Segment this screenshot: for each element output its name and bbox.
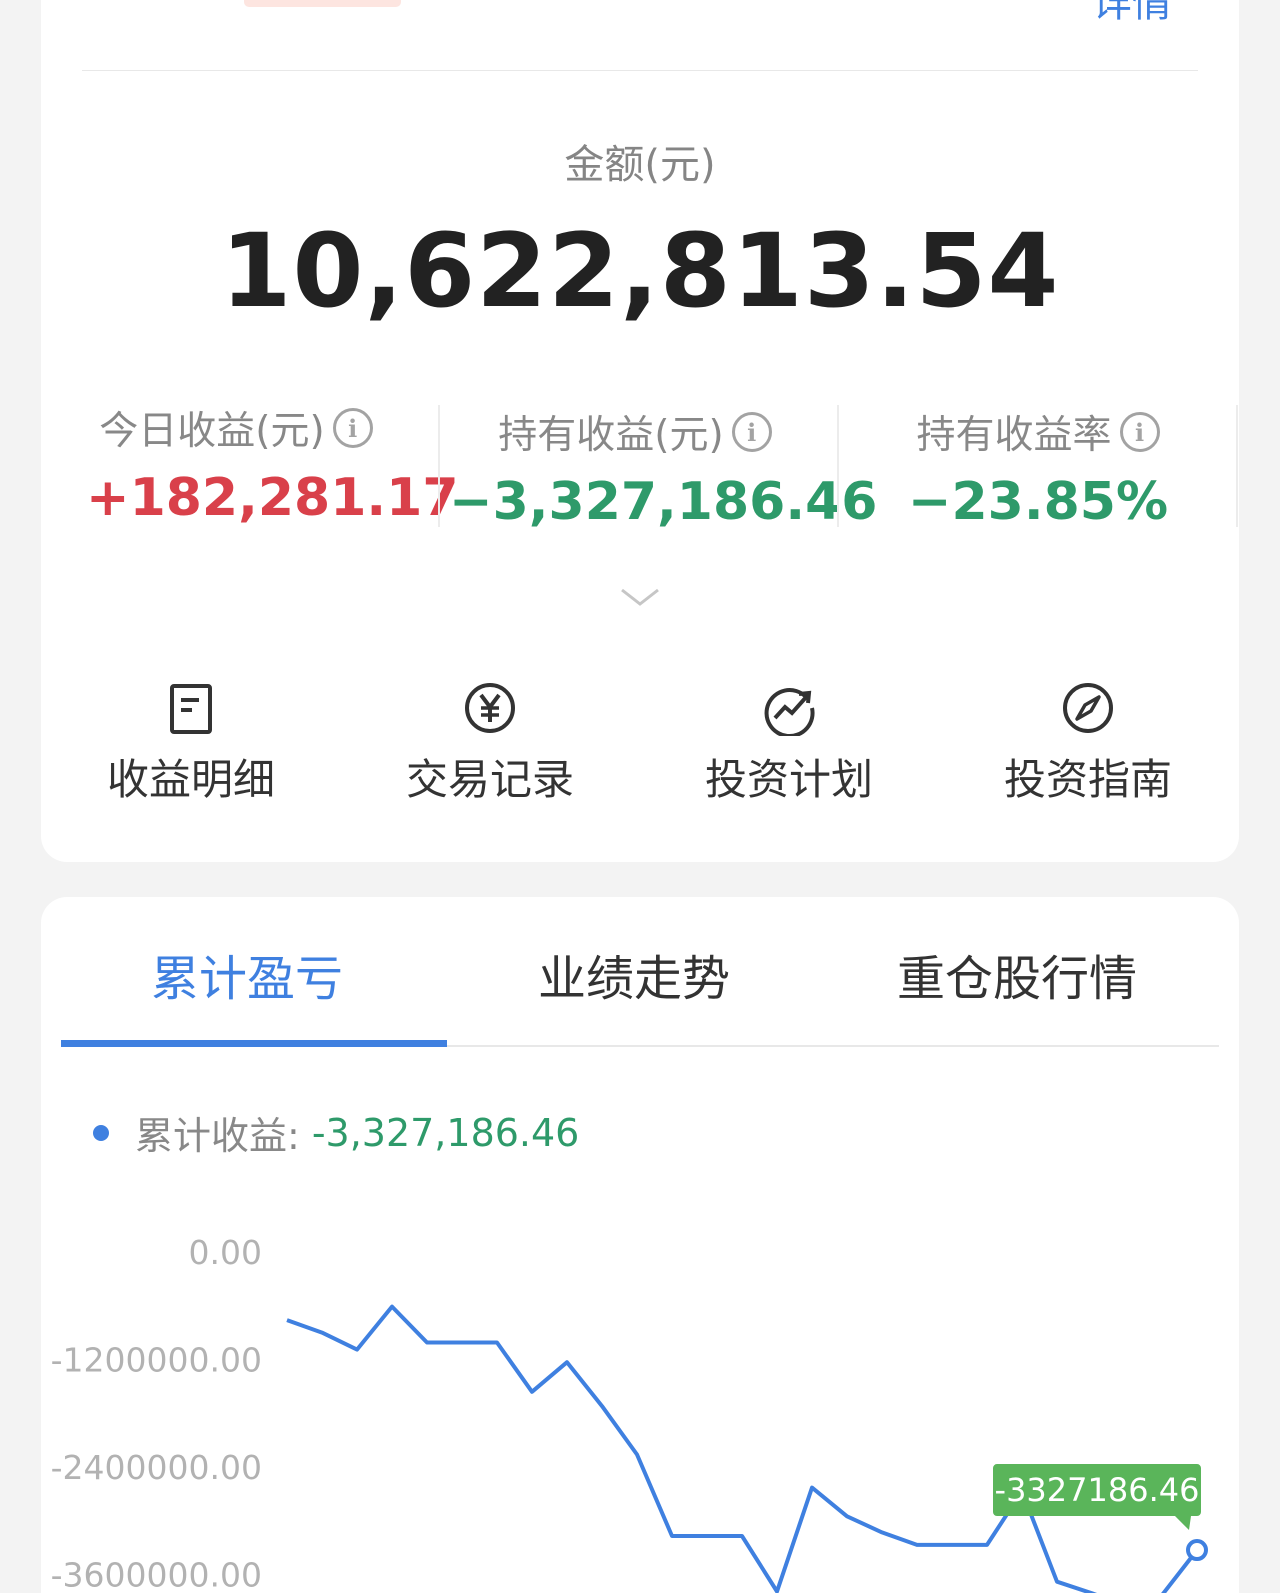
y-tick-label: -1200000.00 [51, 1341, 262, 1380]
cumulative-pnl-chart: 0.00 -1200000.00 -2400000.00 -3600000.00 -3… [51, 1233, 1208, 1593]
last-point-marker[interactable] [1186, 1539, 1208, 1562]
y-tick-label: -2400000.00 [51, 1448, 262, 1487]
y-tick-label: -3600000.00 [51, 1556, 262, 1593]
y-tick-label: 0.00 [189, 1233, 262, 1272]
tooltip-value: -3327186.46 [995, 1471, 1200, 1509]
series-line [286, 1304, 1199, 1593]
